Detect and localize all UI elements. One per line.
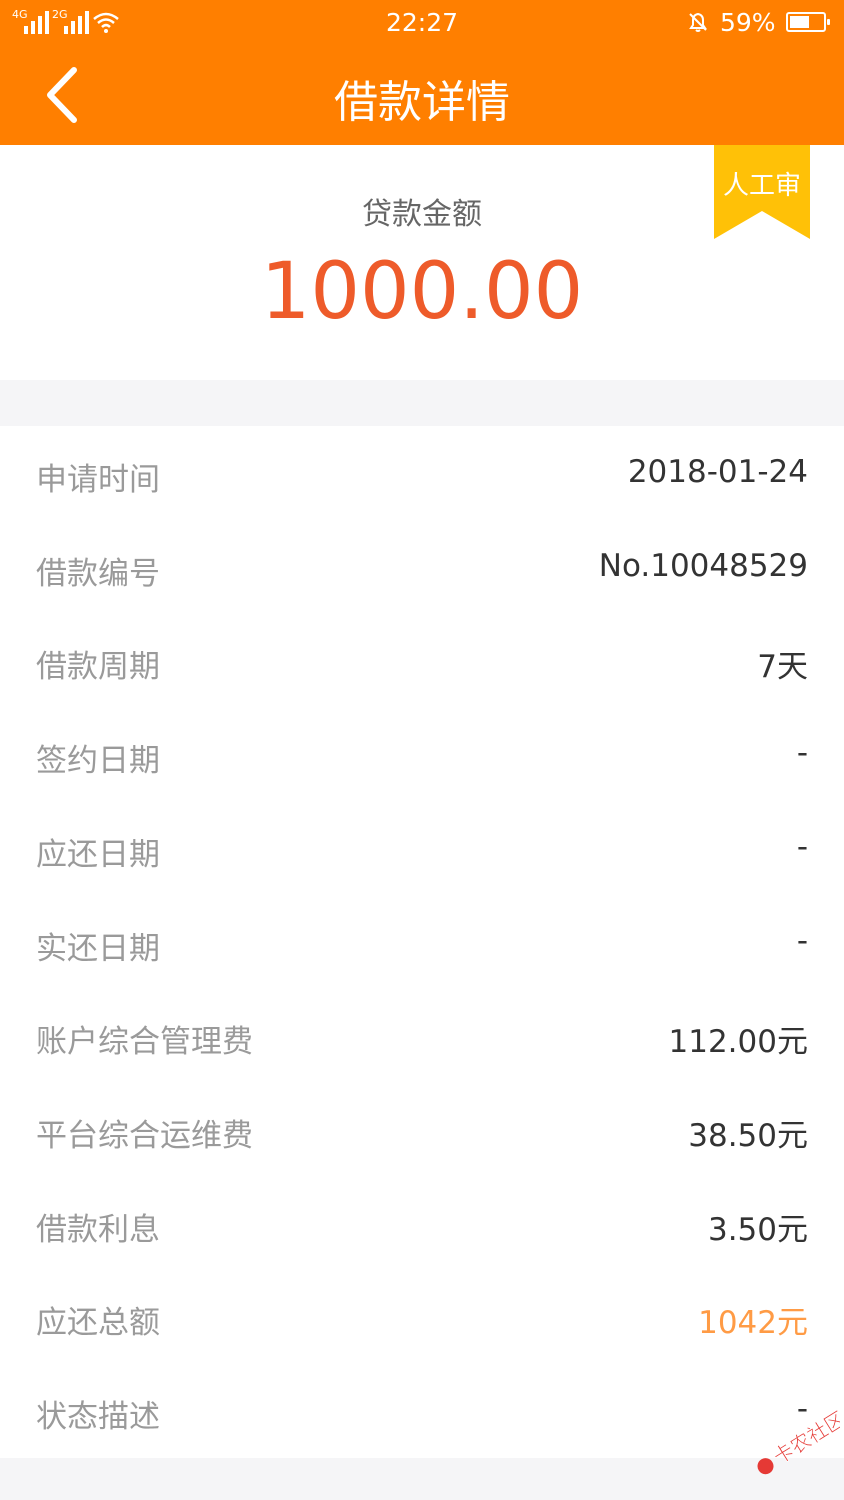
detail-row: 状态描述 - <box>0 1363 844 1457</box>
detail-value: - <box>796 828 808 865</box>
loan-details-list: 申请时间 2018-01-24 借款编号 No.10048529 借款周期 7天签约日期 -… <box>0 426 844 1458</box>
battery-percent: 59% <box>720 8 776 37</box>
detail-value: 38.50元 <box>688 1117 808 1154</box>
bell-muted-icon <box>689 12 707 32</box>
detail-row: 借款利息 3.50元 <box>0 1176 844 1270</box>
detail-row: 实还日期 - <box>0 895 844 989</box>
watermark-logo-icon <box>757 1458 774 1475</box>
page-title: 借款详情 <box>334 77 510 128</box>
status-time: 22:27 <box>385 8 459 37</box>
detail-value: - <box>796 922 808 959</box>
detail-row: 平台综合运维费 38.50元 <box>0 1082 844 1176</box>
detail-value: No.10048529 <box>598 547 808 584</box>
detail-row: 应还总额 1042元 <box>0 1269 844 1363</box>
detail-row: 账户综合管理费 112.00元 <box>0 988 844 1082</box>
detail-label: 平台综合运维费 <box>36 1117 253 1154</box>
detail-label: 状态描述 <box>36 1399 160 1435</box>
detail-row: 借款周期 7天 <box>0 613 844 707</box>
detail-value: 112.00元 <box>668 1024 808 1061</box>
detail-label: 借款编号 <box>36 555 160 592</box>
detail-row: 申请时间 2018-01-24 <box>0 426 844 520</box>
status-bar: 4G 2G 22:27 59% <box>0 0 844 46</box>
app-header: 4G 2G 22:27 59% 借款详情 <box>0 0 844 145</box>
detail-label: 借款周期 <box>36 649 160 686</box>
detail-row: 签约日期 - <box>0 707 844 801</box>
watermark-text: 卡农社区 <box>769 1410 840 1469</box>
amount-value: 1000.00 <box>260 247 584 337</box>
detail-row: 借款编号 No.10048529 <box>0 520 844 614</box>
review-ribbon-label: 人工审 <box>722 171 801 201</box>
detail-label: 应还总额 <box>36 1305 160 1342</box>
detail-label: 借款利息 <box>36 1211 160 1248</box>
detail-row: 应还日期 - <box>0 801 844 895</box>
detail-label: 签约日期 <box>36 743 160 780</box>
detail-value: 7天 <box>757 649 808 686</box>
detail-value: - <box>796 735 808 772</box>
watermark: 卡农社区 <box>757 1410 840 1475</box>
detail-label: 申请时间 <box>36 462 160 498</box>
detail-label: 应还日期 <box>36 836 160 873</box>
detail-value: 1042元 <box>698 1305 808 1342</box>
battery-icon <box>786 12 830 32</box>
detail-label: 实还日期 <box>36 930 160 967</box>
detail-label: 账户综合管理费 <box>36 1024 253 1061</box>
detail-value: 3.50元 <box>707 1211 808 1248</box>
detail-value: 2018-01-24 <box>627 454 808 490</box>
